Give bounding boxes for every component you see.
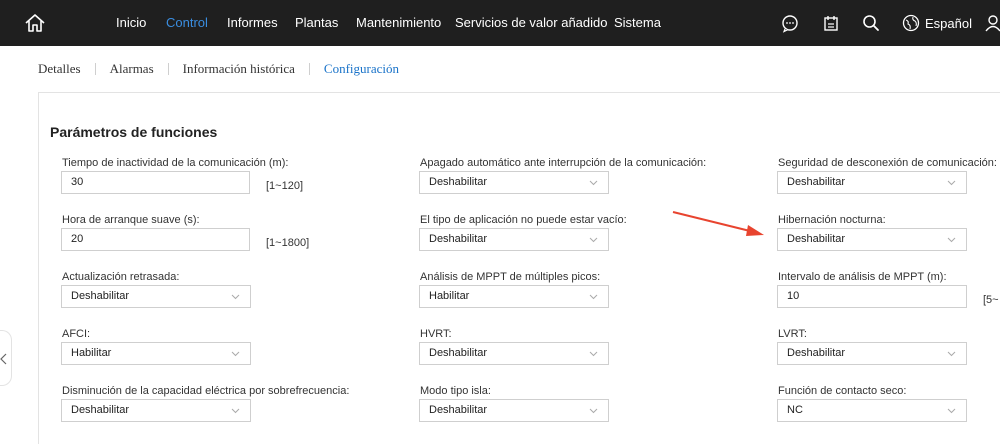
tab-alarmas[interactable]: Alarmas [110, 61, 154, 77]
tab-detalles[interactable]: Detalles [38, 61, 81, 77]
tab-configuracion[interactable]: Configuración [324, 61, 399, 77]
language-label: Español [925, 15, 972, 31]
dry-contact-select[interactable]: NC [777, 399, 967, 422]
home-icon[interactable] [24, 12, 46, 34]
disconnect-security-label: Seguridad de desconexión de comunicación… [778, 157, 997, 169]
chevron-down-icon [947, 408, 956, 414]
disconnect-security-value: Deshabilitar [787, 176, 846, 188]
shutdown-label: Apagado automático ante interrupción de … [420, 157, 707, 169]
overfreq-select[interactable]: Deshabilitar [61, 399, 251, 422]
dry-contact-label: Función de contacto seco: [778, 385, 907, 397]
night-hibernation-label: Hibernación nocturna: [778, 214, 886, 226]
inactivity-input[interactable]: 30 [61, 171, 250, 194]
chevron-down-icon [947, 180, 956, 186]
night-hibernation-value: Deshabilitar [787, 233, 846, 245]
nav-item-control[interactable]: Control [166, 16, 208, 30]
afci-value: Habilitar [71, 347, 112, 359]
mppt-multi-value: Habilitar [429, 290, 470, 302]
inactivity-range: [1~120] [266, 180, 304, 192]
nav-item-inicio[interactable]: Inicio [116, 16, 146, 30]
mppt-multi-select[interactable]: Habilitar [419, 285, 609, 308]
shutdown-value: Deshabilitar [429, 176, 488, 188]
delayed-update-label: Actualización retrasada: [62, 271, 180, 283]
nav-item-plantas[interactable]: Plantas [295, 16, 338, 30]
app-type-value: Deshabilitar [429, 233, 488, 245]
section-title: Parámetros de funciones [50, 124, 218, 140]
overfreq-label: Disminución de la capacidad eléctrica po… [62, 385, 350, 397]
chevron-down-icon [589, 294, 598, 300]
nav-item-mantenimiento[interactable]: Mantenimiento [356, 16, 441, 30]
soft-start-label: Hora de arranque suave (s): [62, 214, 200, 226]
tab-divider [167, 63, 169, 75]
globe-icon [902, 14, 920, 32]
tab-divider [94, 63, 96, 75]
soft-start-input[interactable]: 20 [61, 228, 250, 251]
soft-start-range: [1~1800] [266, 237, 310, 249]
hvrt-label: HVRT: [420, 328, 452, 340]
chevron-down-icon [589, 351, 598, 357]
tab-divider [308, 63, 310, 75]
language-selector[interactable]: Español [902, 13, 972, 33]
chevron-left-icon [0, 353, 7, 365]
delayed-update-select[interactable]: Deshabilitar [61, 285, 251, 308]
chat-icon[interactable] [780, 13, 800, 33]
sidebar-toggle[interactable] [0, 330, 12, 386]
search-icon[interactable] [861, 13, 881, 33]
tab-informacion-historica[interactable]: Información histórica [183, 61, 295, 77]
top-navigation-bar: Inicio Control Informes Plantas Mantenim… [0, 0, 1000, 46]
inactivity-label: Tiempo de inactividad de la comunicación… [62, 157, 289, 169]
lvrt-select[interactable]: Deshabilitar [777, 342, 967, 365]
island-value: Deshabilitar [429, 404, 488, 416]
mppt-interval-label: Intervalo de análisis de MPPT (m): [778, 271, 947, 283]
lvrt-label: LVRT: [778, 328, 807, 340]
island-select[interactable]: Deshabilitar [419, 399, 609, 422]
nav-item-sistema[interactable]: Sistema [614, 16, 661, 30]
sub-tabs: Detalles Alarmas Información histórica C… [38, 61, 399, 77]
chevron-down-icon [231, 294, 240, 300]
chevron-down-icon [947, 237, 956, 243]
hvrt-select[interactable]: Deshabilitar [419, 342, 609, 365]
nav-item-informes[interactable]: Informes [227, 16, 278, 30]
calendar-icon[interactable] [821, 13, 841, 33]
chevron-down-icon [589, 237, 598, 243]
lvrt-value: Deshabilitar [787, 347, 846, 359]
disconnect-security-select[interactable]: Deshabilitar [777, 171, 967, 194]
chevron-down-icon [947, 351, 956, 357]
hvrt-value: Deshabilitar [429, 347, 488, 359]
chevron-down-icon [231, 408, 240, 414]
user-icon[interactable] [983, 13, 1000, 33]
mppt-multi-label: Análisis de MPPT de múltiples picos: [420, 271, 601, 283]
delayed-update-value: Deshabilitar [71, 290, 130, 302]
island-label: Modo tipo isla: [420, 385, 491, 397]
app-type-label: El tipo de aplicación no puede estar vac… [420, 214, 627, 226]
afci-label: AFCI: [62, 328, 91, 340]
chevron-down-icon [589, 408, 598, 414]
night-hibernation-select[interactable]: Deshabilitar [777, 228, 967, 251]
nav-item-servicios[interactable]: Servicios de valor añadido [455, 16, 607, 30]
mppt-interval-range: [5~ [983, 294, 999, 306]
dry-contact-value: NC [787, 404, 803, 416]
mppt-interval-input[interactable]: 10 [777, 285, 967, 308]
shutdown-select[interactable]: Deshabilitar [419, 171, 609, 194]
overfreq-value: Deshabilitar [71, 404, 130, 416]
chevron-down-icon [231, 351, 240, 357]
chevron-down-icon [589, 180, 598, 186]
app-type-select[interactable]: Deshabilitar [419, 228, 609, 251]
afci-select[interactable]: Habilitar [61, 342, 251, 365]
